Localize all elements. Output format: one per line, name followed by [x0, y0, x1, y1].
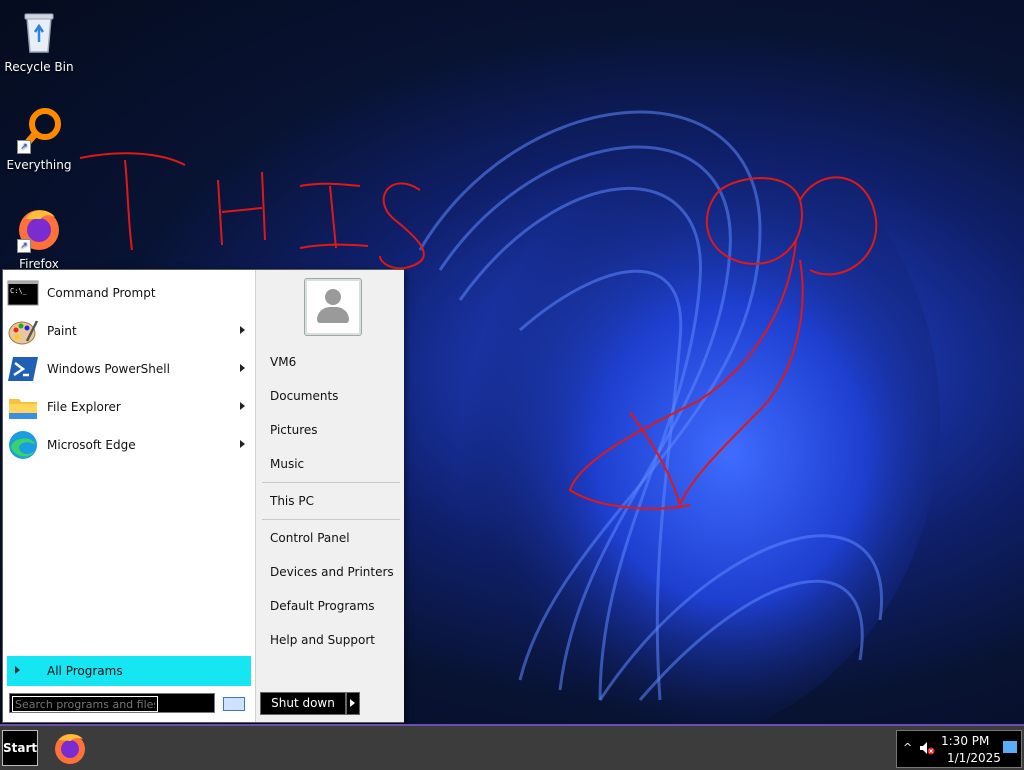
taskbar: Start ^ 1:30 PM 1/1/2025: [0, 724, 1024, 770]
places-item-devices-printers[interactable]: Devices and Printers: [270, 565, 394, 579]
program-label: Windows PowerShell: [47, 362, 170, 376]
desktop-icon-firefox[interactable]: ↗ Firefox: [1, 205, 77, 271]
command-prompt-icon: C:\_: [7, 277, 39, 309]
places-item-help-support[interactable]: Help and Support: [270, 633, 375, 647]
volume-muted-icon[interactable]: [919, 741, 935, 758]
expand-arrow-icon: [15, 666, 20, 674]
desktop-icon-label: Recycle Bin: [4, 60, 74, 74]
paint-icon: [7, 315, 39, 347]
submenu-arrow-icon[interactable]: [240, 326, 245, 334]
start-menu: C:\_ Command Prompt Paint Windows PowerS…: [2, 269, 404, 723]
user-avatar-head-icon: [325, 289, 341, 305]
program-label: Microsoft Edge: [47, 438, 136, 452]
keyboard-icon[interactable]: [223, 697, 245, 711]
desktop-icon-everything[interactable]: ↗ Everything: [1, 106, 77, 172]
start-menu-programs-pane: C:\_ Command Prompt Paint Windows PowerS…: [3, 270, 255, 722]
system-tray: ^ 1:30 PM 1/1/2025: [896, 730, 1022, 768]
svg-text:C:\_: C:\_: [10, 287, 28, 295]
program-file-explorer[interactable]: File Explorer: [7, 390, 251, 424]
shutdown-options-arrow-icon[interactable]: [346, 692, 360, 715]
search-input[interactable]: [12, 696, 158, 712]
desktop-icon-label: Everything: [6, 158, 72, 172]
everything-search-icon: ↗: [15, 106, 63, 154]
places-item-pictures[interactable]: Pictures: [270, 423, 318, 437]
places-item-this-pc[interactable]: This PC: [270, 494, 314, 508]
user-avatar[interactable]: [304, 278, 362, 336]
places-item-documents[interactable]: Documents: [270, 389, 338, 403]
show-hidden-icons-icon[interactable]: ^: [903, 741, 912, 754]
firefox-icon: ↗: [15, 205, 63, 253]
places-item-default-programs[interactable]: Default Programs: [270, 599, 375, 613]
submenu-arrow-icon[interactable]: [240, 402, 245, 410]
shortcut-arrow-icon: ↗: [17, 140, 31, 154]
program-microsoft-edge[interactable]: Microsoft Edge: [7, 428, 251, 462]
desktop-icon-recycle-bin[interactable]: Recycle Bin: [1, 8, 77, 74]
submenu-arrow-icon[interactable]: [240, 364, 245, 372]
shutdown-button[interactable]: Shut down: [260, 692, 346, 715]
start-menu-places-pane: VM6 Documents Pictures Music This PC Con…: [255, 270, 404, 722]
separator: [262, 482, 400, 483]
program-windows-powershell[interactable]: Windows PowerShell: [7, 352, 251, 386]
recycle-bin-icon: [15, 8, 63, 56]
program-label: Paint: [47, 324, 77, 338]
program-label: File Explorer: [47, 400, 121, 414]
taskbar-firefox-button[interactable]: [52, 730, 88, 766]
start-button[interactable]: Start: [2, 730, 38, 766]
submenu-arrow-icon[interactable]: [240, 440, 245, 448]
edge-icon: [7, 429, 39, 461]
program-label: Command Prompt: [47, 286, 156, 300]
places-item-control-panel[interactable]: Control Panel: [270, 531, 350, 545]
program-paint[interactable]: Paint: [7, 314, 251, 348]
clock-date[interactable]: 1/1/2025: [947, 751, 1001, 765]
powershell-icon: [7, 353, 39, 385]
notifications-icon[interactable]: [1003, 741, 1017, 753]
program-command-prompt[interactable]: C:\_ Command Prompt: [7, 276, 251, 310]
places-item-music[interactable]: Music: [270, 457, 304, 471]
all-programs-button[interactable]: All Programs: [7, 656, 251, 686]
clock-time[interactable]: 1:30 PM: [941, 734, 989, 748]
file-explorer-icon: [7, 391, 39, 423]
separator: [262, 519, 400, 520]
places-item-user[interactable]: VM6: [270, 355, 296, 369]
shortcut-arrow-icon: ↗: [17, 239, 31, 253]
user-avatar-body-icon: [317, 307, 349, 323]
firefox-icon: [55, 734, 85, 764]
all-programs-label: All Programs: [47, 664, 123, 678]
search-box[interactable]: [9, 693, 215, 713]
